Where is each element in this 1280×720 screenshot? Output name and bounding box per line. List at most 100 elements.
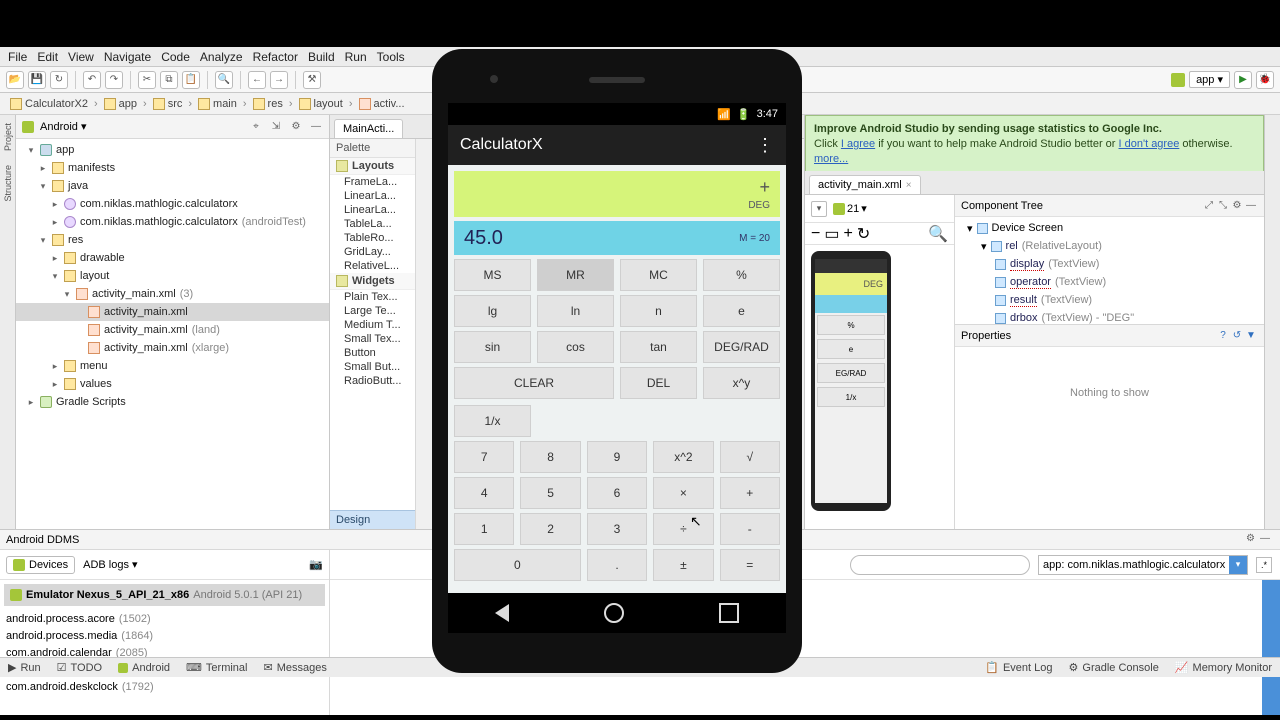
design-tab[interactable]: Design xyxy=(330,510,415,529)
status-gradle-console[interactable]: ⚙ Gradle Console xyxy=(1061,659,1167,676)
save-icon[interactable]: 💾 xyxy=(28,71,46,89)
crumb-app[interactable]: app xyxy=(100,97,141,111)
key-n[interactable]: n xyxy=(620,295,697,327)
menu-view[interactable]: View xyxy=(68,50,94,64)
key-sq[interactable]: x^2 xyxy=(653,441,713,473)
key-mc[interactable]: MC xyxy=(620,259,697,291)
devices-tab[interactable]: Devices xyxy=(6,556,75,574)
hide-icon[interactable]: — xyxy=(1260,533,1274,547)
gutter-structure[interactable]: Structure xyxy=(2,161,14,206)
component-tree[interactable]: ▾Device Screen ▾rel (RelativeLayout) dis… xyxy=(955,217,1264,329)
key-cos[interactable]: cos xyxy=(537,331,614,363)
gear-icon[interactable]: ⚙ xyxy=(1230,199,1244,213)
hide-icon[interactable]: — xyxy=(1244,199,1258,213)
nav-recents-icon[interactable] xyxy=(719,603,739,623)
key-sqrt[interactable]: √ xyxy=(720,441,780,473)
key-9[interactable]: 9 xyxy=(587,441,647,473)
key-ln[interactable]: ln xyxy=(537,295,614,327)
menu-run[interactable]: Run xyxy=(345,50,367,64)
status-todo[interactable]: ☑ TODO xyxy=(49,659,110,676)
tab-activity-main[interactable]: activity_main.xml× xyxy=(809,175,921,194)
expand-icon[interactable]: ⤢ xyxy=(1202,199,1216,213)
menu-build[interactable]: Build xyxy=(308,50,335,64)
key-6[interactable]: 6 xyxy=(587,477,647,509)
key-dot[interactable]: . xyxy=(587,549,647,581)
crumb-project[interactable]: CalculatorX2 xyxy=(6,97,92,111)
crumb-layout[interactable]: layout xyxy=(295,97,347,111)
key-xpy[interactable]: x^y xyxy=(703,367,780,399)
hide-icon[interactable]: — xyxy=(309,120,323,134)
reset-icon[interactable]: ↺ xyxy=(1230,329,1244,343)
design-canvas[interactable]: ▾ 21▾ − ▭ + ↻ 🔍 xyxy=(805,195,955,529)
key-del[interactable]: DEL xyxy=(620,367,697,399)
run-config-dropdown[interactable]: app ▾ xyxy=(1189,71,1230,88)
status-run[interactable]: ▶ Run xyxy=(0,659,49,676)
key-tan[interactable]: tan xyxy=(620,331,697,363)
menu-edit[interactable]: Edit xyxy=(37,50,58,64)
key-8[interactable]: 8 xyxy=(520,441,580,473)
disagree-link[interactable]: I don't agree xyxy=(1119,138,1180,150)
key-7[interactable]: 7 xyxy=(454,441,514,473)
key-percent[interactable]: % xyxy=(703,259,780,291)
sync-icon[interactable]: ↻ xyxy=(50,71,68,89)
nav-back-icon[interactable] xyxy=(495,604,509,622)
refresh-icon[interactable]: ↻ xyxy=(857,224,870,244)
crumb-main[interactable]: main xyxy=(194,97,241,111)
key-div[interactable]: ÷ xyxy=(653,513,713,545)
key-5[interactable]: 5 xyxy=(520,477,580,509)
status-event-log[interactable]: 📋 Event Log xyxy=(977,659,1060,676)
zoom-out-icon[interactable]: − xyxy=(811,225,820,243)
debug-icon[interactable]: 🐞 xyxy=(1256,71,1274,89)
menu-tools[interactable]: Tools xyxy=(377,50,405,64)
key-eq[interactable]: = xyxy=(720,549,780,581)
more-link[interactable]: more... xyxy=(814,153,848,165)
agree-link[interactable]: I agree xyxy=(841,138,875,150)
collapse-icon[interactable]: ⇲ xyxy=(269,120,283,134)
status-android[interactable]: Android xyxy=(110,660,178,676)
nav-home-icon[interactable] xyxy=(604,603,624,623)
crumb-src[interactable]: src xyxy=(149,97,187,111)
menu-analyze[interactable]: Analyze xyxy=(200,50,243,64)
menu-navigate[interactable]: Navigate xyxy=(104,50,151,64)
palette-group-layouts[interactable]: Layouts xyxy=(330,158,415,175)
status-terminal[interactable]: ⌨ Terminal xyxy=(178,659,255,676)
key-mul[interactable]: × xyxy=(653,477,713,509)
screenshot-icon[interactable]: 📷 xyxy=(309,558,323,571)
cut-icon[interactable]: ✂ xyxy=(138,71,156,89)
make-icon[interactable]: ⚒ xyxy=(303,71,321,89)
key-1[interactable]: 1 xyxy=(454,513,514,545)
status-messages[interactable]: ✉ Messages xyxy=(256,659,335,676)
key-3[interactable]: 3 xyxy=(587,513,647,545)
help-icon[interactable]: ? xyxy=(1216,329,1230,343)
find-icon[interactable]: 🔍 xyxy=(215,71,233,89)
tree-activity-main-selected[interactable]: activity_main.xml xyxy=(16,303,329,321)
key-mr[interactable]: MR xyxy=(537,259,614,291)
overflow-icon[interactable]: ⋮ xyxy=(756,135,774,156)
key-pm[interactable]: ± xyxy=(653,549,713,581)
back-icon[interactable]: ← xyxy=(248,71,266,89)
filter-icon[interactable]: ▼ xyxy=(1244,329,1258,343)
gutter-project[interactable]: Project xyxy=(2,119,14,155)
menu-refactor[interactable]: Refactor xyxy=(253,50,298,64)
device-icon[interactable]: ▾ xyxy=(811,201,827,217)
key-lg[interactable]: lg xyxy=(454,295,531,327)
key-ms[interactable]: MS xyxy=(454,259,531,291)
key-degrad[interactable]: DEG/RAD xyxy=(703,331,780,363)
key-add[interactable]: + xyxy=(720,477,780,509)
undo-icon[interactable]: ↶ xyxy=(83,71,101,89)
regex-icon[interactable]: .* xyxy=(1256,557,1272,573)
search-icon[interactable]: 🔍 xyxy=(928,224,948,244)
key-sin[interactable]: sin xyxy=(454,331,531,363)
key-e[interactable]: e xyxy=(703,295,780,327)
fwd-icon[interactable]: → xyxy=(270,71,288,89)
selected-emulator[interactable]: Emulator Nexus_5_API_21_x86Android 5.0.1… xyxy=(4,584,325,606)
log-filter-dropdown[interactable]: app: com.niklas.mathlogic.calculatorx▾ xyxy=(1038,555,1248,575)
crumb-res[interactable]: res xyxy=(249,97,287,111)
gear-icon[interactable]: ⚙ xyxy=(289,120,303,134)
open-icon[interactable]: 📂 xyxy=(6,71,24,89)
crumb-file[interactable]: activ... xyxy=(355,97,409,111)
key-sub[interactable]: - xyxy=(720,513,780,545)
collapse-icon[interactable]: ⤡ xyxy=(1216,199,1230,213)
project-view-dropdown[interactable]: Android ▾ xyxy=(40,120,87,133)
redo-icon[interactable]: ↷ xyxy=(105,71,123,89)
